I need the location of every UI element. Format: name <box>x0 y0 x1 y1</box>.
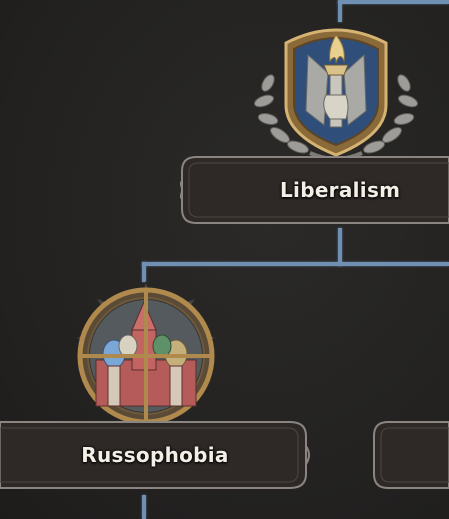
focus-russophobia[interactable]: Russophobia <box>0 280 310 498</box>
focus-tree-canvas[interactable]: Liberalism Russophobia <box>0 0 449 519</box>
connector-russophobia-up <box>142 262 146 282</box>
connector-horizontal-branch <box>142 262 449 266</box>
focus-unnamed-right[interactable] <box>372 418 449 492</box>
focus-banner-unnamed-right[interactable] <box>372 418 449 492</box>
focus-banner-liberalism[interactable]: Liberalism <box>180 153 449 227</box>
liberty-torch-icon <box>250 15 422 165</box>
kremlin-crosshair-icon <box>56 280 236 430</box>
focus-liberalism[interactable]: Liberalism <box>180 15 449 233</box>
focus-label-unnamed-right <box>372 418 449 492</box>
connector-russophobia-down <box>142 495 146 519</box>
focus-banner-russophobia[interactable]: Russophobia <box>0 418 310 492</box>
connector-top-horizontal <box>338 0 449 4</box>
connector-liberalism-down <box>338 228 342 266</box>
focus-label-russophobia: Russophobia <box>81 443 229 467</box>
focus-label-liberalism: Liberalism <box>280 178 401 202</box>
